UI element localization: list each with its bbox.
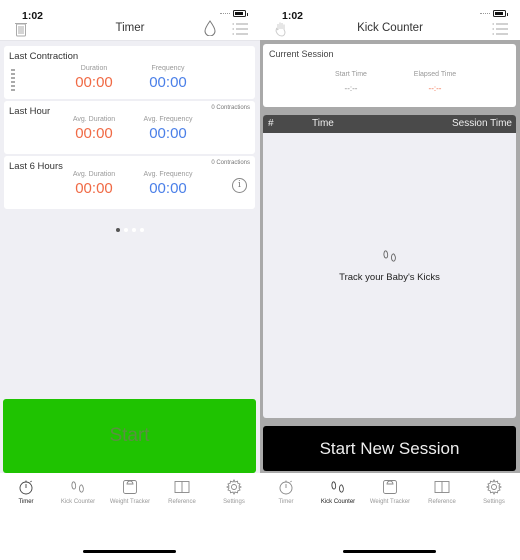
- tab-label: Reference: [428, 499, 456, 505]
- nav-title: Kick Counter: [357, 22, 423, 34]
- tab-label: Kick Counter: [320, 499, 356, 505]
- info-icon[interactable]: i: [232, 178, 247, 193]
- nav-title: Timer: [115, 22, 145, 34]
- duration-value: 00:00: [75, 74, 113, 91]
- duration-label: Duration: [80, 65, 108, 72]
- avg-duration-value: 00:00: [75, 180, 113, 197]
- start-time-label: Start Time: [335, 71, 367, 78]
- tab-weight-tracker[interactable]: Weight Tracker: [104, 479, 156, 505]
- tab-label: Kick Counter: [60, 499, 96, 505]
- avg-frequency-value: 00:00: [149, 180, 187, 197]
- card-title: Last Hour: [9, 106, 51, 117]
- avg-frequency-label: Avg. Frequency: [143, 116, 193, 123]
- page-dot[interactable]: [132, 228, 136, 232]
- kick-counter-content: Current Session Start Time --:-- Elapsed…: [260, 40, 520, 473]
- battery-icon: [233, 10, 248, 17]
- tab-label: Weight Tracker: [369, 499, 411, 505]
- last-6-hours-card[interactable]: Last 6 Hours 0 Contractions Avg. Duratio…: [4, 156, 255, 209]
- timer-content: Last Contraction Duration 00:00 Frequenc…: [0, 40, 260, 473]
- tab-kick-counter[interactable]: Kick Counter: [52, 479, 104, 505]
- tab-timer[interactable]: Timer: [0, 479, 52, 505]
- avg-duration-label: Avg. Duration: [72, 171, 116, 178]
- elapsed-time-label: Elapsed Time: [413, 71, 457, 78]
- last-hour-card[interactable]: Last Hour 0 Contractions Avg. Duration 0…: [4, 101, 255, 154]
- signal-indicator: [220, 13, 230, 14]
- tab-kick-counter[interactable]: Kick Counter: [312, 479, 364, 505]
- page-dot[interactable]: [116, 228, 120, 232]
- tab-reference[interactable]: Reference: [156, 479, 208, 505]
- page-indicator[interactable]: [0, 219, 260, 237]
- tab-bar: Timer Kick Counter Weight Tracker Refere…: [0, 474, 260, 510]
- avg-frequency-value: 00:00: [149, 125, 187, 142]
- page-dot[interactable]: [140, 228, 144, 232]
- avg-duration-label: Avg. Duration: [72, 116, 116, 123]
- contraction-count: 0 Contractions: [211, 160, 250, 166]
- stopwatch-icon: [19, 480, 33, 495]
- book-icon: [174, 481, 190, 493]
- session-title: Current Session: [269, 49, 334, 59]
- home-indicator[interactable]: [83, 550, 176, 553]
- elapsed-time-value: --:--: [428, 84, 442, 93]
- start-new-session-button[interactable]: Start New Session: [263, 426, 516, 471]
- gear-icon: [226, 479, 242, 495]
- stopwatch-icon: [279, 480, 293, 495]
- footprints-icon: [382, 248, 398, 264]
- current-session-card: Current Session Start Time --:-- Elapsed…: [263, 44, 516, 107]
- page-dot[interactable]: [124, 228, 128, 232]
- footprints-icon: [331, 481, 344, 493]
- start-button[interactable]: Start: [3, 399, 256, 473]
- tab-weight-tracker[interactable]: Weight Tracker: [364, 479, 416, 505]
- footprints-icon: [71, 481, 84, 493]
- kick-counter-screen: 1:02 Kick Counter Current Session Start …: [260, 0, 520, 560]
- gear-icon: [486, 479, 502, 495]
- tab-settings[interactable]: Settings: [208, 479, 260, 505]
- frequency-value: 00:00: [149, 74, 187, 91]
- empty-state-text: Track your Baby's Kicks: [339, 272, 440, 283]
- tab-label: Reference: [168, 499, 196, 505]
- table-header: # Time Session Time: [263, 115, 516, 133]
- column-header-session-time: Session Time: [451, 118, 512, 129]
- avg-duration-value: 00:00: [75, 125, 113, 142]
- card-title: Last Contraction: [9, 51, 79, 62]
- drag-handle-icon[interactable]: [11, 69, 15, 93]
- tab-bar: Timer Kick Counter Weight Tracker Refere…: [260, 474, 520, 510]
- battery-icon: [493, 10, 508, 17]
- avg-frequency-label: Avg. Frequency: [143, 171, 193, 178]
- list-icon[interactable]: [232, 20, 248, 36]
- list-icon[interactable]: [492, 20, 508, 36]
- tab-label: Settings: [483, 499, 505, 505]
- start-time-value: --:--: [344, 84, 358, 93]
- tab-timer[interactable]: Timer: [260, 479, 312, 505]
- tab-label: Timer: [278, 499, 294, 505]
- water-drop-icon[interactable]: [204, 20, 216, 37]
- book-icon: [434, 481, 450, 493]
- tab-settings[interactable]: Settings: [468, 479, 520, 505]
- tab-label: Settings: [223, 499, 245, 505]
- home-indicator[interactable]: [343, 550, 436, 553]
- tab-reference[interactable]: Reference: [416, 479, 468, 505]
- tab-label: Timer: [18, 499, 34, 505]
- column-header-time: Time: [312, 118, 334, 129]
- scale-icon: [123, 480, 137, 494]
- signal-indicator: [480, 13, 490, 14]
- kicks-table: # Time Session Time Track your Baby's Ki…: [263, 115, 516, 418]
- timer-screen: 1:02 Timer Last Contraction Duration 00:…: [0, 0, 260, 560]
- frequency-label: Frequency: [151, 65, 185, 72]
- tab-label: Weight Tracker: [109, 499, 151, 505]
- scale-icon: [383, 480, 397, 494]
- last-contraction-card[interactable]: Last Contraction Duration 00:00 Frequenc…: [4, 46, 255, 99]
- contraction-count: 0 Contractions: [211, 105, 250, 111]
- column-header-number: #: [268, 118, 274, 129]
